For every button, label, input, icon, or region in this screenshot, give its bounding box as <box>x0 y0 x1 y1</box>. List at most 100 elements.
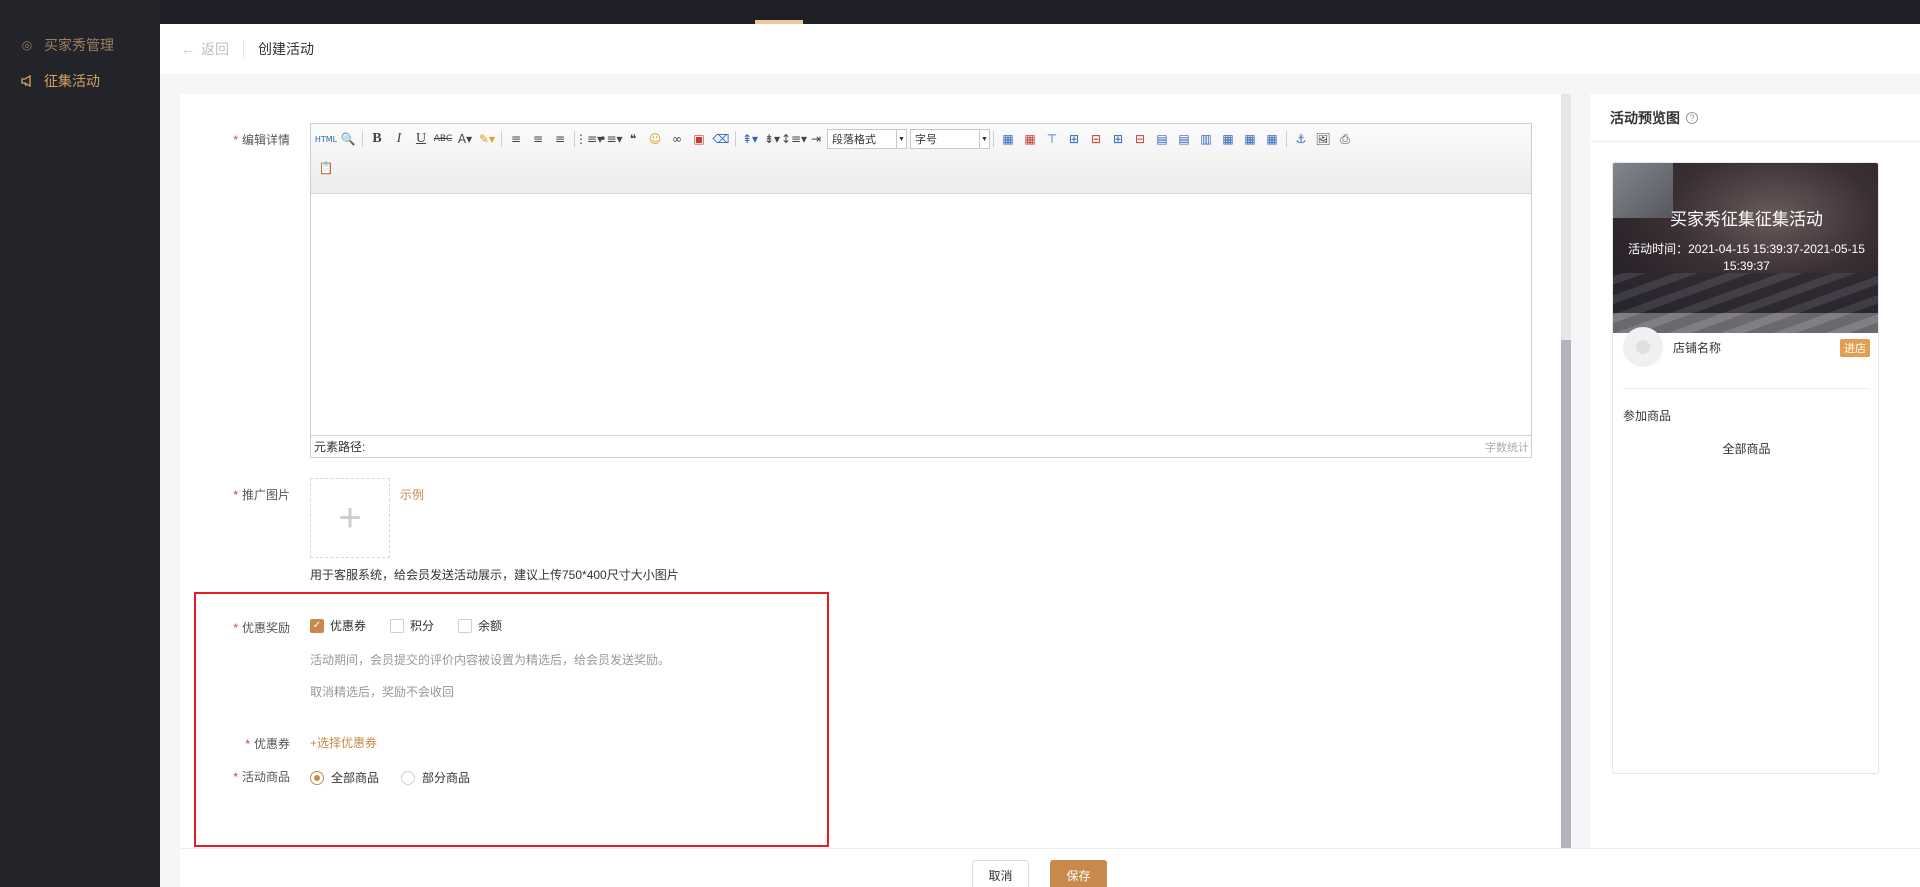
merge-right-icon[interactable]: ▤ <box>1173 129 1195 149</box>
toolbar-row-2: 📋 <box>315 157 337 179</box>
split-cols-icon[interactable]: ▦ <box>1261 129 1283 149</box>
image-upload-button[interactable]: + <box>310 478 390 558</box>
line-height-icon[interactable]: ↕≡▾ <box>781 129 807 149</box>
save-button[interactable]: 保存 <box>1050 860 1107 887</box>
element-path-label: 元素路径: <box>314 440 366 454</box>
insert-table-icon[interactable]: ▦ <box>997 129 1019 149</box>
row-spacing-top-icon[interactable]: ⇞▾ <box>739 129 761 149</box>
paste-icon[interactable]: 📋 <box>315 158 337 178</box>
editor-status-bar: 元素路径: 字数统计 <box>311 435 1531 457</box>
indent-icon[interactable]: ⇥ <box>805 129 827 149</box>
preview-panel: 活动预览图 ? 买家秀征集征集活动 活动时间：2021-04-15 15:39:… <box>1590 94 1920 874</box>
paragraph-format-value: 段落格式 <box>832 134 876 146</box>
row-spacing-bottom-icon[interactable]: ⇟▾ <box>761 129 783 149</box>
insert-col-icon[interactable]: ⊞ <box>1107 129 1129 149</box>
reward-label: * 优惠奖励 <box>233 621 290 635</box>
shop-name: 店铺名称 <box>1673 340 1722 355</box>
italic-icon[interactable]: I <box>388 129 410 149</box>
image-icon[interactable]: ▣ <box>688 129 710 149</box>
scrollbar[interactable] <box>1561 94 1571 874</box>
rich-text-editor: HTML 🔍 B I U ABC A▾ ✎▾ ≡ ≡ ≡ ⋮≡▾ •≡▾ ❝ ☺… <box>310 123 1532 458</box>
scrollbar-thumb[interactable] <box>1561 340 1571 874</box>
merge-cells-icon[interactable]: ▤ <box>1151 129 1173 149</box>
top-strip <box>160 0 1920 24</box>
shop-row: 店铺名称 进店 <box>1623 327 1870 367</box>
insert-paragraph-before-table-icon[interactable]: ⊤ <box>1041 129 1063 149</box>
underline-icon[interactable]: U <box>410 129 432 149</box>
editor-label: * 编辑详情 <box>233 133 290 147</box>
checkbox-balance[interactable]: 余额 <box>458 617 502 634</box>
banner-photo-stripes <box>1613 273 1878 333</box>
settings-circle-icon: ◎ <box>21 38 33 52</box>
align-center-icon[interactable]: ≡ <box>527 129 549 149</box>
shop-avatar <box>1623 327 1663 367</box>
preview-title: 活动预览图 ? <box>1610 108 1698 128</box>
preview-icon[interactable]: 🔍 <box>337 129 359 149</box>
header-divider <box>243 40 244 58</box>
font-color-icon[interactable]: A▾ <box>454 129 476 149</box>
bold-icon[interactable]: B <box>366 129 388 149</box>
paragraph-format-select[interactable]: 段落格式 ▼ <box>827 129 907 149</box>
coupon-label: * 优惠券 <box>245 737 290 751</box>
insert-row-icon[interactable]: ⊞ <box>1063 129 1085 149</box>
page-title: 创建活动 <box>258 41 314 57</box>
chevron-down-icon: ▼ <box>979 130 989 148</box>
cancel-button[interactable]: 取消 <box>972 860 1029 887</box>
emoji-icon[interactable]: ☺ <box>644 129 666 149</box>
sidebar-item-label: 征集活动 <box>44 73 100 89</box>
link-icon[interactable]: ∞ <box>666 129 688 149</box>
reward-hint-1: 活动期间，会员提交的评价内容被设置为精选后，给会员发送奖励。 <box>310 653 671 667</box>
font-size-select[interactable]: 字号 ▼ <box>910 129 990 149</box>
html-source-icon[interactable]: HTML <box>315 129 337 149</box>
delete-col-icon[interactable]: ⊟ <box>1129 129 1151 149</box>
sidebar-item-buyer-show[interactable]: ◎ 买家秀管理 <box>20 35 114 55</box>
checkmark-icon: ✓ <box>310 618 324 633</box>
anchor-icon[interactable]: ⚓ <box>1290 129 1312 149</box>
merge-down-icon[interactable]: ▥ <box>1195 129 1217 149</box>
unordered-list-icon[interactable]: •≡▾ <box>599 129 622 149</box>
align-left-icon[interactable]: ≡ <box>505 129 527 149</box>
ordered-list-icon[interactable]: ⋮≡▾ <box>575 129 603 149</box>
sidebar: ◎ 买家秀管理 征集活动 <box>0 0 160 887</box>
plus-icon: + <box>338 495 362 540</box>
back-button[interactable]: ← 返回 <box>181 39 229 59</box>
print-icon[interactable]: ⎙ <box>1334 129 1356 149</box>
align-right-icon[interactable]: ≡ <box>549 129 571 149</box>
delete-table-icon[interactable]: ▦ <box>1019 129 1041 149</box>
preview-title-text: 活动预览图 <box>1610 110 1680 126</box>
split-rows-icon[interactable]: ▦ <box>1239 129 1261 149</box>
select-coupon-link[interactable]: +选择优惠券 <box>310 734 377 751</box>
phone-divider <box>1623 388 1870 389</box>
banner-image: 买家秀征集征集活动 活动时间：2021-04-15 15:39:37-2021-… <box>1613 163 1878 333</box>
enter-shop-button[interactable]: 进店 <box>1840 339 1870 357</box>
megaphone-icon <box>20 74 34 88</box>
all-goods-text: 全部商品 <box>1722 442 1771 456</box>
insert-image-icon[interactable]: 🖼 <box>1312 129 1334 149</box>
checkbox-coupon[interactable]: ✓ 优惠券 <box>310 617 366 634</box>
reward-checkbox-group: ✓ 优惠券 积分 余额 <box>310 617 526 634</box>
font-size-value: 字号 <box>915 134 937 146</box>
delete-row-icon[interactable]: ⊟ <box>1085 129 1107 149</box>
highlight-icon[interactable]: ✎▾ <box>476 129 498 149</box>
goods-label: * 活动商品 <box>233 770 290 784</box>
banner-time: 活动时间：2021-04-15 15:39:37-2021-05-15 15:3… <box>1628 242 1865 273</box>
goods-radio-group: 全部商品 部分商品 <box>310 769 492 786</box>
back-label: 返回 <box>201 41 229 57</box>
eraser-icon[interactable]: ⌫ <box>710 129 732 149</box>
word-count-label: 字数统计 <box>1485 441 1529 454</box>
join-goods-title: 参加商品 <box>1623 409 1672 423</box>
promo-image-label: * 推广图片 <box>233 488 290 502</box>
radio-partial-goods[interactable]: 部分商品 <box>401 769 470 786</box>
help-icon[interactable]: ? <box>1686 112 1698 124</box>
checkbox-points[interactable]: 积分 <box>390 617 434 634</box>
strikethrough-icon[interactable]: ABC <box>432 129 454 149</box>
banner-title: 买家秀征集征集活动 <box>1670 210 1823 229</box>
sidebar-item-campaign[interactable]: 征集活动 <box>20 71 100 91</box>
radio-all-goods[interactable]: 全部商品 <box>310 769 379 786</box>
example-link[interactable]: 示例 <box>400 486 424 503</box>
quote-icon[interactable]: ❝ <box>622 129 644 149</box>
editor-content-area[interactable] <box>311 194 1531 434</box>
preview-divider <box>1590 141 1920 142</box>
split-cells-icon[interactable]: ▦ <box>1217 129 1239 149</box>
toolbar-row-1: HTML 🔍 B I U ABC A▾ ✎▾ ≡ ≡ ≡ ⋮≡▾ •≡▾ ❝ ☺… <box>315 128 1356 150</box>
